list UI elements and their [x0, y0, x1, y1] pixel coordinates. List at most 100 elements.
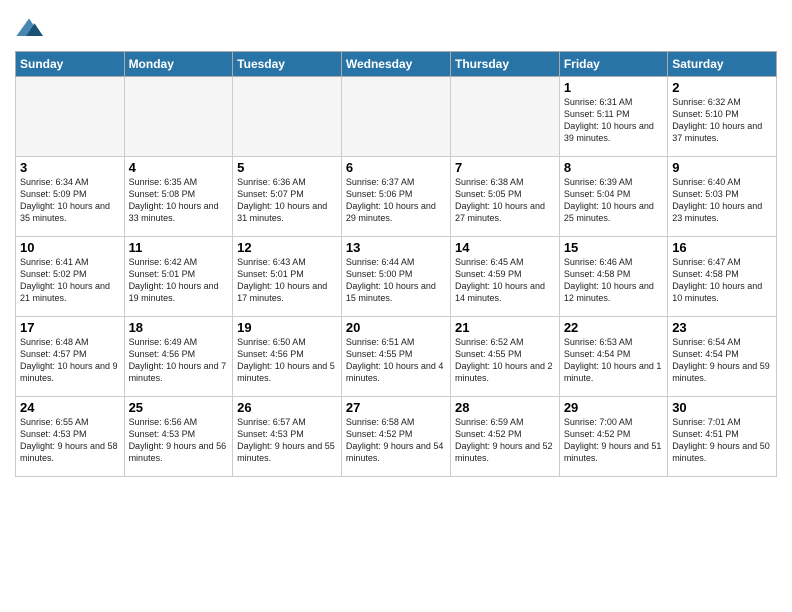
day-info: Sunrise: 6:57 AM Sunset: 4:53 PM Dayligh…: [237, 416, 337, 465]
calendar-cell: 25Sunrise: 6:56 AM Sunset: 4:53 PM Dayli…: [124, 397, 233, 477]
calendar-cell: [124, 77, 233, 157]
day-info: Sunrise: 6:45 AM Sunset: 4:59 PM Dayligh…: [455, 256, 555, 305]
day-number: 19: [237, 320, 337, 335]
weekday-header-tuesday: Tuesday: [233, 52, 342, 77]
calendar-cell: 30Sunrise: 7:01 AM Sunset: 4:51 PM Dayli…: [668, 397, 777, 477]
day-info: Sunrise: 6:31 AM Sunset: 5:11 PM Dayligh…: [564, 96, 663, 145]
day-info: Sunrise: 6:39 AM Sunset: 5:04 PM Dayligh…: [564, 176, 663, 225]
day-number: 21: [455, 320, 555, 335]
day-number: 8: [564, 160, 663, 175]
calendar-cell: 15Sunrise: 6:46 AM Sunset: 4:58 PM Dayli…: [559, 237, 667, 317]
calendar-cell: 12Sunrise: 6:43 AM Sunset: 5:01 PM Dayli…: [233, 237, 342, 317]
calendar-cell: 22Sunrise: 6:53 AM Sunset: 4:54 PM Dayli…: [559, 317, 667, 397]
calendar-cell: 9Sunrise: 6:40 AM Sunset: 5:03 PM Daylig…: [668, 157, 777, 237]
day-number: 24: [20, 400, 120, 415]
day-info: Sunrise: 6:53 AM Sunset: 4:54 PM Dayligh…: [564, 336, 663, 385]
day-info: Sunrise: 6:55 AM Sunset: 4:53 PM Dayligh…: [20, 416, 120, 465]
day-info: Sunrise: 7:01 AM Sunset: 4:51 PM Dayligh…: [672, 416, 772, 465]
day-info: Sunrise: 6:47 AM Sunset: 4:58 PM Dayligh…: [672, 256, 772, 305]
day-info: Sunrise: 6:40 AM Sunset: 5:03 PM Dayligh…: [672, 176, 772, 225]
day-number: 6: [346, 160, 446, 175]
day-info: Sunrise: 6:43 AM Sunset: 5:01 PM Dayligh…: [237, 256, 337, 305]
day-number: 12: [237, 240, 337, 255]
day-info: Sunrise: 6:50 AM Sunset: 4:56 PM Dayligh…: [237, 336, 337, 385]
calendar-cell: 26Sunrise: 6:57 AM Sunset: 4:53 PM Dayli…: [233, 397, 342, 477]
day-number: 30: [672, 400, 772, 415]
calendar-cell: 23Sunrise: 6:54 AM Sunset: 4:54 PM Dayli…: [668, 317, 777, 397]
day-number: 16: [672, 240, 772, 255]
day-number: 2: [672, 80, 772, 95]
calendar-cell: 13Sunrise: 6:44 AM Sunset: 5:00 PM Dayli…: [341, 237, 450, 317]
day-number: 20: [346, 320, 446, 335]
calendar-cell: 4Sunrise: 6:35 AM Sunset: 5:08 PM Daylig…: [124, 157, 233, 237]
day-number: 17: [20, 320, 120, 335]
calendar-cell: 20Sunrise: 6:51 AM Sunset: 4:55 PM Dayli…: [341, 317, 450, 397]
day-number: 27: [346, 400, 446, 415]
day-number: 23: [672, 320, 772, 335]
calendar-week-3: 10Sunrise: 6:41 AM Sunset: 5:02 PM Dayli…: [16, 237, 777, 317]
calendar-cell: 2Sunrise: 6:32 AM Sunset: 5:10 PM Daylig…: [668, 77, 777, 157]
day-number: 25: [129, 400, 229, 415]
day-number: 29: [564, 400, 663, 415]
calendar-cell: 28Sunrise: 6:59 AM Sunset: 4:52 PM Dayli…: [450, 397, 559, 477]
day-info: Sunrise: 6:52 AM Sunset: 4:55 PM Dayligh…: [455, 336, 555, 385]
day-number: 28: [455, 400, 555, 415]
day-info: Sunrise: 6:36 AM Sunset: 5:07 PM Dayligh…: [237, 176, 337, 225]
calendar-cell: 8Sunrise: 6:39 AM Sunset: 5:04 PM Daylig…: [559, 157, 667, 237]
day-number: 4: [129, 160, 229, 175]
day-info: Sunrise: 6:38 AM Sunset: 5:05 PM Dayligh…: [455, 176, 555, 225]
calendar-cell: [233, 77, 342, 157]
calendar-cell: 29Sunrise: 7:00 AM Sunset: 4:52 PM Dayli…: [559, 397, 667, 477]
page-container: SundayMondayTuesdayWednesdayThursdayFrid…: [0, 0, 792, 482]
day-number: 9: [672, 160, 772, 175]
day-number: 10: [20, 240, 120, 255]
day-info: Sunrise: 6:46 AM Sunset: 4:58 PM Dayligh…: [564, 256, 663, 305]
calendar-cell: 16Sunrise: 6:47 AM Sunset: 4:58 PM Dayli…: [668, 237, 777, 317]
day-info: Sunrise: 6:34 AM Sunset: 5:09 PM Dayligh…: [20, 176, 120, 225]
calendar-week-5: 24Sunrise: 6:55 AM Sunset: 4:53 PM Dayli…: [16, 397, 777, 477]
day-info: Sunrise: 7:00 AM Sunset: 4:52 PM Dayligh…: [564, 416, 663, 465]
weekday-header-sunday: Sunday: [16, 52, 125, 77]
day-info: Sunrise: 6:56 AM Sunset: 4:53 PM Dayligh…: [129, 416, 229, 465]
calendar-cell: 17Sunrise: 6:48 AM Sunset: 4:57 PM Dayli…: [16, 317, 125, 397]
weekday-header-wednesday: Wednesday: [341, 52, 450, 77]
day-number: 22: [564, 320, 663, 335]
day-number: 7: [455, 160, 555, 175]
calendar-cell: 18Sunrise: 6:49 AM Sunset: 4:56 PM Dayli…: [124, 317, 233, 397]
calendar-cell: [450, 77, 559, 157]
day-number: 15: [564, 240, 663, 255]
day-number: 13: [346, 240, 446, 255]
calendar-table: SundayMondayTuesdayWednesdayThursdayFrid…: [15, 51, 777, 477]
weekday-header-thursday: Thursday: [450, 52, 559, 77]
day-info: Sunrise: 6:44 AM Sunset: 5:00 PM Dayligh…: [346, 256, 446, 305]
calendar-cell: 19Sunrise: 6:50 AM Sunset: 4:56 PM Dayli…: [233, 317, 342, 397]
day-number: 3: [20, 160, 120, 175]
calendar-cell: 24Sunrise: 6:55 AM Sunset: 4:53 PM Dayli…: [16, 397, 125, 477]
calendar-week-2: 3Sunrise: 6:34 AM Sunset: 5:09 PM Daylig…: [16, 157, 777, 237]
day-info: Sunrise: 6:49 AM Sunset: 4:56 PM Dayligh…: [129, 336, 229, 385]
day-info: Sunrise: 6:54 AM Sunset: 4:54 PM Dayligh…: [672, 336, 772, 385]
day-info: Sunrise: 6:58 AM Sunset: 4:52 PM Dayligh…: [346, 416, 446, 465]
calendar-header-row: SundayMondayTuesdayWednesdayThursdayFrid…: [16, 52, 777, 77]
day-info: Sunrise: 6:51 AM Sunset: 4:55 PM Dayligh…: [346, 336, 446, 385]
day-number: 5: [237, 160, 337, 175]
calendar-cell: 5Sunrise: 6:36 AM Sunset: 5:07 PM Daylig…: [233, 157, 342, 237]
weekday-header-friday: Friday: [559, 52, 667, 77]
calendar-cell: [341, 77, 450, 157]
weekday-header-saturday: Saturday: [668, 52, 777, 77]
day-number: 26: [237, 400, 337, 415]
day-number: 1: [564, 80, 663, 95]
day-info: Sunrise: 6:32 AM Sunset: 5:10 PM Dayligh…: [672, 96, 772, 145]
calendar-cell: 7Sunrise: 6:38 AM Sunset: 5:05 PM Daylig…: [450, 157, 559, 237]
calendar-cell: 6Sunrise: 6:37 AM Sunset: 5:06 PM Daylig…: [341, 157, 450, 237]
day-info: Sunrise: 6:48 AM Sunset: 4:57 PM Dayligh…: [20, 336, 120, 385]
calendar-week-1: 1Sunrise: 6:31 AM Sunset: 5:11 PM Daylig…: [16, 77, 777, 157]
day-number: 14: [455, 240, 555, 255]
calendar-cell: 27Sunrise: 6:58 AM Sunset: 4:52 PM Dayli…: [341, 397, 450, 477]
day-info: Sunrise: 6:37 AM Sunset: 5:06 PM Dayligh…: [346, 176, 446, 225]
calendar-cell: 11Sunrise: 6:42 AM Sunset: 5:01 PM Dayli…: [124, 237, 233, 317]
calendar-cell: 21Sunrise: 6:52 AM Sunset: 4:55 PM Dayli…: [450, 317, 559, 397]
day-number: 18: [129, 320, 229, 335]
day-info: Sunrise: 6:42 AM Sunset: 5:01 PM Dayligh…: [129, 256, 229, 305]
page-header: [15, 10, 777, 43]
